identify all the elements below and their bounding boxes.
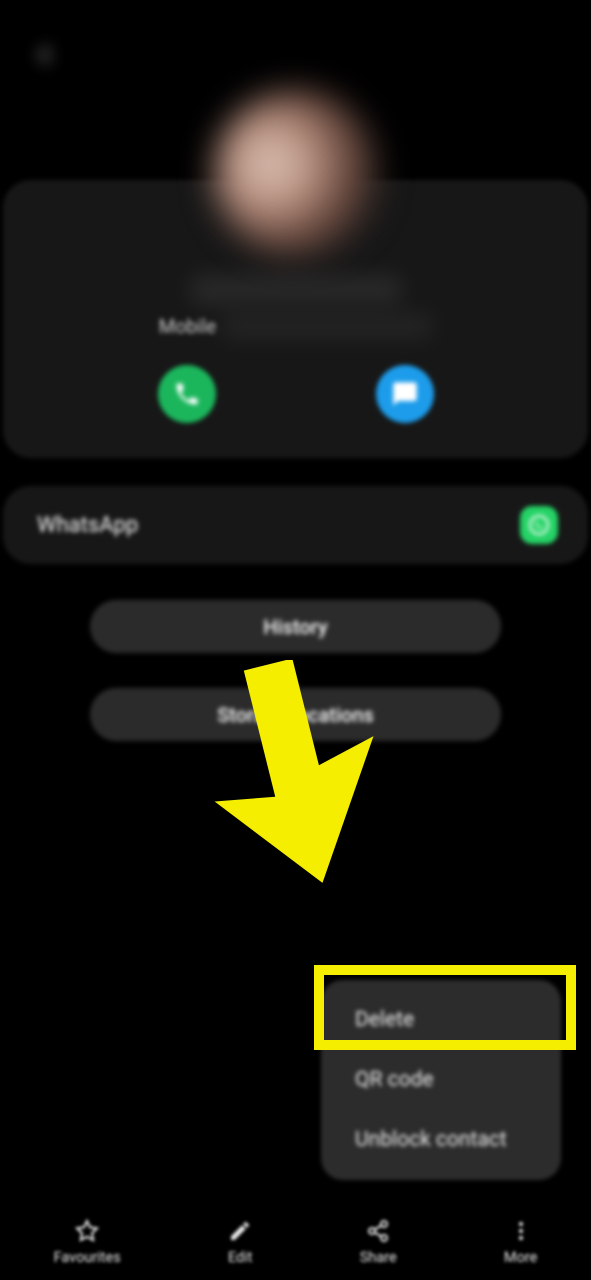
menu-item-qr-code[interactable]: QR code <box>321 1050 561 1110</box>
menu-item-unblock[interactable]: Unblock contact <box>321 1110 561 1170</box>
whatsapp-icon <box>520 506 558 544</box>
bottom-action-bar: Favourites Edit Share More <box>0 1205 591 1280</box>
more-vertical-icon <box>509 1219 533 1243</box>
phone-row: Mobile <box>3 313 588 339</box>
phone-type-label: Mobile <box>159 315 216 338</box>
phone-number <box>222 313 432 339</box>
whatsapp-row[interactable]: WhatsApp <box>3 486 588 564</box>
more-menu-popup: Delete QR code Unblock contact <box>321 980 561 1180</box>
message-icon <box>391 380 419 408</box>
share-button[interactable]: Share <box>360 1219 397 1266</box>
back-button[interactable] <box>30 40 60 70</box>
edit-button[interactable]: Edit <box>228 1219 253 1266</box>
favourites-button[interactable]: Favourites <box>54 1219 121 1266</box>
menu-item-delete[interactable]: Delete <box>321 990 561 1050</box>
share-icon <box>366 1219 390 1243</box>
whatsapp-label: WhatsApp <box>37 513 138 538</box>
message-button[interactable] <box>376 365 434 423</box>
annotation-arrow-icon <box>210 660 390 885</box>
call-button[interactable] <box>158 365 216 423</box>
history-button[interactable]: History <box>90 600 501 653</box>
history-label: History <box>263 615 327 639</box>
phone-icon <box>173 380 201 408</box>
star-icon <box>75 1219 99 1243</box>
contact-name <box>191 275 401 305</box>
contact-avatar[interactable] <box>213 90 378 255</box>
more-button[interactable]: More <box>504 1219 537 1266</box>
pencil-icon <box>228 1219 252 1243</box>
